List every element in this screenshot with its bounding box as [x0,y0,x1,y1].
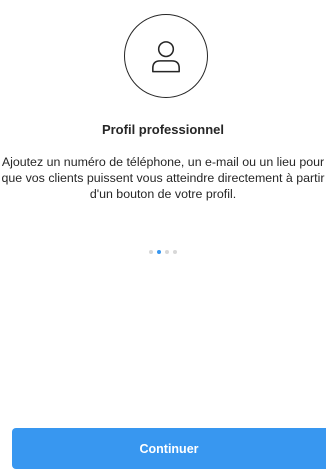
continue-button[interactable]: Continuer [12,428,326,469]
user-outline-icon [152,41,180,73]
page-description: Ajoutez un numéro de téléphone, un e-mai… [1,155,325,201]
pagination-dot [165,250,169,254]
page-title: Profil professionnel [101,122,225,137]
pagination-dot-active [157,250,161,254]
pagination-dot [149,250,153,254]
pagination-dots [0,250,326,254]
profile-avatar-placeholder [124,14,208,98]
pagination-dot [173,250,177,254]
